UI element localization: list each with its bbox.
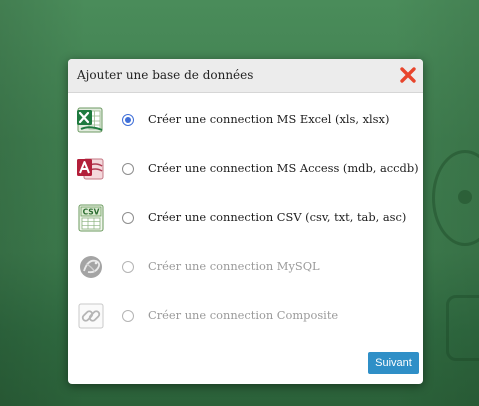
radio-access[interactable] (122, 163, 134, 175)
option-label: Créer une connection MySQL (148, 259, 320, 273)
background-ornament (432, 150, 479, 246)
option-mysql[interactable]: Créer une connection MySQL (76, 252, 418, 282)
option-label: Créer une connection MS Access (mdb, acc… (148, 161, 419, 175)
access-icon (76, 154, 106, 184)
background-ornament (458, 190, 472, 204)
dialog-title: Ajouter une base de données (77, 68, 254, 82)
dialog-header: Ajouter une base de données (68, 59, 423, 93)
background-ornament (446, 295, 479, 361)
option-label: Créer une connection Composite (148, 308, 339, 322)
csv-icon: CSV (76, 203, 106, 233)
radio-composite[interactable] (122, 310, 134, 322)
next-button[interactable]: Suivant (368, 352, 419, 374)
radio-csv[interactable] (122, 212, 134, 224)
option-access[interactable]: Créer une connection MS Access (mdb, acc… (76, 154, 419, 184)
option-excel[interactable]: Créer une connection MS Excel (xls, xlsx… (76, 105, 418, 135)
option-composite[interactable]: Créer une connection Composite (76, 301, 418, 331)
option-label: Créer une connection CSV (csv, txt, tab,… (148, 210, 407, 224)
close-button[interactable] (398, 65, 418, 85)
mysql-icon (76, 252, 106, 282)
option-label: Créer une connection MS Excel (xls, xlsx… (148, 112, 390, 126)
excel-icon (76, 105, 106, 135)
composite-link-icon (76, 301, 106, 331)
add-database-dialog: Ajouter une base de données Créer une co… (68, 59, 423, 384)
option-csv[interactable]: CSV Créer une connection CSV (csv, txt, … (76, 203, 418, 233)
svg-text:CSV: CSV (83, 208, 100, 217)
close-icon (400, 67, 416, 83)
radio-excel[interactable] (122, 114, 134, 126)
radio-mysql[interactable] (122, 261, 134, 273)
